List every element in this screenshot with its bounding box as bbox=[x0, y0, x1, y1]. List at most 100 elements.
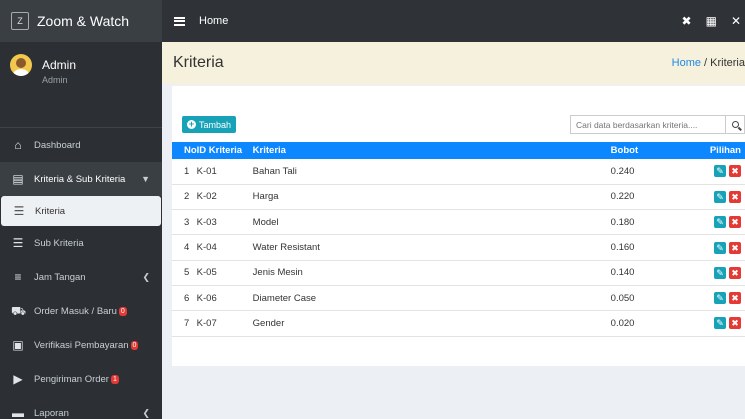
edit-icon[interactable]: ✎ bbox=[714, 266, 726, 279]
search-button[interactable] bbox=[725, 116, 744, 133]
cell-actions: ✎ ✖ bbox=[691, 184, 745, 209]
cart-icon: ⛟ bbox=[11, 304, 27, 318]
brand[interactable]: Z Zoom & Watch bbox=[0, 0, 162, 42]
column-header-id[interactable]: ID Kriteria bbox=[197, 142, 253, 159]
cell-no: 1 bbox=[184, 165, 190, 177]
cell-bobot: 0.240 bbox=[610, 165, 635, 177]
sidebar-item-label: Pengiriman Order bbox=[34, 373, 109, 385]
grid-icon[interactable]: ▦ bbox=[706, 14, 717, 28]
cell-id: K-02 bbox=[196, 191, 217, 203]
cell-bobot: 0.180 bbox=[610, 216, 635, 228]
cell-actions: ✎ ✖ bbox=[691, 285, 745, 310]
cell-id: K-06 bbox=[196, 292, 217, 304]
cell-no: 7 bbox=[184, 317, 190, 329]
cell-bobot: 0.020 bbox=[610, 317, 635, 329]
home-icon: ⌂ bbox=[14, 138, 22, 152]
list-icon: ☰ bbox=[13, 204, 25, 218]
cell-bobot: 0.160 bbox=[610, 242, 635, 254]
id-card-icon: ▣ bbox=[12, 338, 24, 352]
column-header-pilihan: Pilihan bbox=[709, 145, 741, 156]
chevron-left-icon: ❮ bbox=[142, 271, 150, 282]
delete-icon[interactable]: ✖ bbox=[729, 292, 741, 305]
cell-kriteria: Model bbox=[252, 216, 279, 228]
sidebar-item-kriteria-sub-kriteria[interactable]: ▤ Kriteria & Sub Kriteria ▼ bbox=[0, 162, 162, 196]
user-avatar-icon bbox=[10, 54, 32, 76]
sidebar-item-label: Verifikasi Pembayaran bbox=[34, 339, 129, 351]
cell-id: K-04 bbox=[196, 242, 217, 254]
user-role: Admin bbox=[42, 75, 68, 85]
table-row: 3 K-03 Model 0.180 ✎ ✖ bbox=[172, 210, 745, 235]
sidebar-item-label: Kriteria bbox=[35, 205, 66, 217]
edit-icon[interactable]: ✎ bbox=[714, 190, 726, 203]
sidebar-item-label: Sub Kriteria bbox=[34, 237, 84, 249]
column-header-kriteria[interactable]: Kriteria bbox=[253, 142, 611, 159]
sidebar-item-label: Laporan bbox=[34, 407, 69, 419]
cell-id: K-05 bbox=[196, 267, 217, 279]
sidebar-item-kriteria[interactable]: ☰ Kriteria bbox=[1, 196, 161, 226]
cell-kriteria: Jenis Mesin bbox=[252, 267, 303, 279]
add-button[interactable]: + Tambah bbox=[182, 116, 237, 133]
database-icon: ≡ bbox=[14, 270, 22, 284]
delete-icon[interactable]: ✖ bbox=[729, 216, 741, 229]
cell-no: 2 bbox=[184, 191, 190, 203]
edit-icon[interactable]: ✎ bbox=[714, 292, 726, 305]
cell-no: 4 bbox=[184, 242, 190, 254]
delete-icon[interactable]: ✖ bbox=[729, 190, 741, 203]
chevron-left-icon: ❮ bbox=[142, 407, 150, 418]
delete-icon[interactable]: ✖ bbox=[729, 317, 741, 330]
sidebar-item-dashboard[interactable]: ⌂ Dashboard bbox=[0, 128, 162, 162]
list-box-icon: ▤ bbox=[12, 172, 24, 186]
edit-icon[interactable]: ✎ bbox=[714, 317, 726, 330]
column-header-bobot[interactable]: Bobot bbox=[611, 142, 691, 159]
sidebar-item-jam-tangan[interactable]: ≡ Jam Tangan ❮ bbox=[0, 260, 162, 294]
table-header-row: No ID Kriteria Kriteria Bobot Pilihan bbox=[172, 142, 745, 159]
close-icon[interactable]: ✕ bbox=[731, 14, 741, 28]
sidebar-item-label: Jam Tangan bbox=[34, 271, 86, 283]
column-header-no[interactable]: No bbox=[172, 142, 197, 159]
topbar-home-link[interactable]: Home bbox=[199, 15, 228, 27]
cell-id: K-01 bbox=[196, 165, 217, 177]
kriteria-card: + Tambah No ID Kriteria Kriteria Bobot P… bbox=[172, 84, 745, 366]
delete-icon[interactable]: ✖ bbox=[729, 266, 741, 279]
page-title: Kriteria bbox=[173, 54, 224, 71]
edit-icon[interactable]: ✎ bbox=[714, 216, 726, 229]
kriteria-table: No ID Kriteria Kriteria Bobot Pilihan 1 … bbox=[172, 142, 745, 337]
menu-toggle-icon[interactable] bbox=[174, 16, 185, 26]
cell-actions: ✎ ✖ bbox=[691, 210, 745, 235]
delete-icon[interactable]: ✖ bbox=[729, 241, 741, 254]
sidebar-item-sub-kriteria[interactable]: ☰ Sub Kriteria bbox=[0, 226, 162, 260]
search-input[interactable] bbox=[571, 119, 721, 130]
sidebar-item-order-masuk[interactable]: ⛟ Order Masuk / Baru 0 bbox=[0, 294, 162, 328]
brand-logo-icon: Z bbox=[11, 12, 29, 30]
chevron-down-icon: ▼ bbox=[141, 174, 150, 184]
sidebar-item-label: Order Masuk / Baru bbox=[34, 305, 117, 317]
table-row: 4 K-04 Water Resistant 0.160 ✎ ✖ bbox=[172, 235, 745, 261]
cell-no: 3 bbox=[184, 216, 190, 228]
search-icon bbox=[731, 121, 739, 128]
cell-no: 5 bbox=[184, 267, 190, 279]
cell-bobot: 0.050 bbox=[610, 292, 635, 304]
sidebar-item-laporan[interactable]: ▬ Laporan ❮ bbox=[0, 396, 162, 419]
list-icon: ☰ bbox=[12, 236, 24, 250]
table-row: 5 K-05 Jenis Mesin 0.140 ✎ ✖ bbox=[172, 260, 745, 286]
user-name: Admin bbox=[42, 58, 77, 72]
sidebar-nav: ⌂ Dashboard ▤ Kriteria & Sub Kriteria ▼ … bbox=[0, 128, 162, 419]
plus-icon: + bbox=[187, 119, 196, 129]
top-navbar: Home ✖ ▦ ✕ bbox=[162, 0, 745, 42]
delete-icon[interactable]: ✖ bbox=[729, 165, 741, 178]
edit-icon[interactable]: ✎ bbox=[714, 165, 726, 178]
verification-count-badge: 0 bbox=[130, 340, 139, 350]
printer-icon: ▬ bbox=[12, 406, 24, 419]
breadcrumb: Home / Kriteria bbox=[672, 57, 745, 69]
sidebar-item-pengiriman-order[interactable]: ▶ Pengiriman Order 1 bbox=[0, 362, 162, 396]
sidebar-item-verifikasi-pembayaran[interactable]: ▣ Verifikasi Pembayaran 0 bbox=[0, 328, 162, 362]
cell-kriteria: Harga bbox=[252, 191, 279, 203]
breadcrumb-home[interactable]: Home bbox=[672, 57, 701, 69]
cell-actions: ✎ ✖ bbox=[691, 159, 745, 184]
edit-icon[interactable]: ✎ bbox=[714, 241, 726, 254]
shipping-count-badge: 1 bbox=[110, 374, 119, 384]
table-row: 7 K-07 Gender 0.020 ✎ ✖ bbox=[172, 311, 745, 337]
fullscreen-icon[interactable]: ✖ bbox=[682, 14, 692, 28]
brand-name: Zoom & Watch bbox=[37, 13, 130, 29]
cell-kriteria: Diameter Case bbox=[252, 292, 317, 304]
